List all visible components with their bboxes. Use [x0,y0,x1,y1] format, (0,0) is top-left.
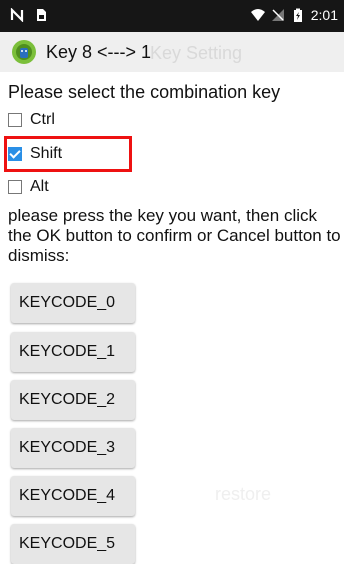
page-title: Key 8 <---> 1 [46,41,152,62]
keycode-3-button[interactable]: KEYCODE_3 [11,428,135,468]
ctrl-checkbox[interactable] [8,113,22,127]
sim-card-icon [37,9,46,21]
combination-prompt: Please select the combination key [8,82,281,102]
action-bar: Key 8 <---> 1 Key Setting [0,32,344,72]
shift-highlight-box [4,136,132,172]
ctrl-checkbox-row[interactable]: Ctrl [8,111,55,129]
no-signal-icon [271,9,284,21]
wifi-icon [250,9,265,21]
status-bar: 2:01 [0,0,344,32]
ghost-restore-text: restore [215,484,272,504]
notification-n-icon [10,8,24,22]
alt-checkbox-row[interactable]: Alt [8,178,49,196]
instructions-text: please press the key you want, then clic… [8,206,341,265]
alt-label: Alt [30,178,49,195]
battery-icon [293,8,302,22]
keycode-1-button[interactable]: KEYCODE_1 [11,332,135,372]
keycode-0-button[interactable]: KEYCODE_0 [11,283,135,323]
ghost-title: Key Setting [150,43,243,63]
alt-checkbox[interactable] [8,180,22,194]
keycode-4-button[interactable]: KEYCODE_4 [11,476,135,516]
ctrl-label: Ctrl [30,111,55,128]
keycode-2-button[interactable]: KEYCODE_2 [11,380,135,420]
status-time: 2:01 [310,7,338,23]
android-icon[interactable] [10,38,38,66]
keycode-5-button[interactable]: KEYCODE_5 [11,524,135,564]
